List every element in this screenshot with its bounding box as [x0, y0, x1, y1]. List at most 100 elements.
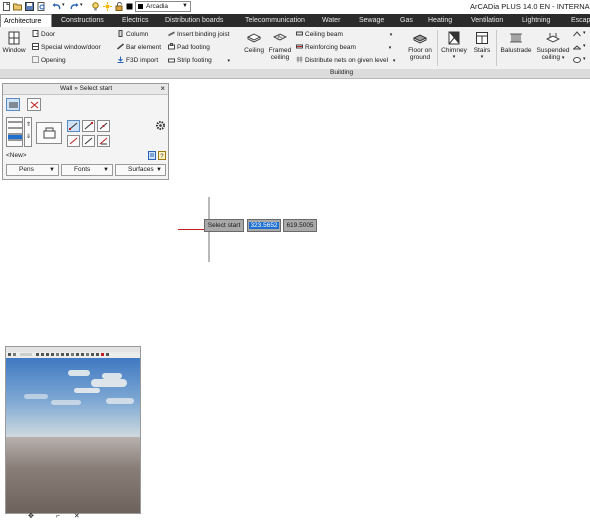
bulb-icon[interactable]: [91, 2, 100, 11]
floor-on-ground-button[interactable]: Floor on ground: [406, 31, 434, 61]
tab-constructions[interactable]: Constructions: [61, 14, 104, 27]
sun-icon[interactable]: [103, 2, 112, 11]
roof-icon[interactable]: [573, 30, 581, 38]
window-title: ArCADia PLUS 14.0 EN - INTERNAL, NO: [470, 2, 590, 11]
close-icon[interactable]: ✕: [74, 513, 80, 520]
diagonal-tool-icon: [69, 137, 78, 145]
roof-dropdown-icon[interactable]: ▾: [583, 30, 586, 36]
wall-panel-titlebar[interactable]: Wall » Select start ×: [3, 84, 168, 95]
pad-footing-label: Pad footing: [177, 44, 210, 51]
floor-on-ground-label: Floor on ground: [408, 47, 432, 61]
wall-layers-preview[interactable]: [6, 117, 23, 147]
x-coordinate-input[interactable]: 323.5652: [247, 219, 281, 232]
close-icon[interactable]: ×: [160, 84, 165, 93]
draw-method-4-button[interactable]: [67, 135, 80, 147]
wall-mode-button[interactable]: [6, 98, 20, 111]
ribbon-tabs: Architecture Constructions Electrics Dis…: [0, 14, 590, 27]
chimney-button[interactable]: Chimney ▾: [440, 31, 468, 61]
viewport-toolbar-icons[interactable]: [8, 353, 118, 357]
strip-footing-button[interactable]: Strip footing ▾: [168, 56, 230, 65]
tab-distribution-boards[interactable]: Distribution boards: [165, 14, 223, 27]
tab-heating[interactable]: Heating: [428, 14, 452, 27]
window-button[interactable]: Window: [0, 31, 28, 54]
ribbon-group-label: Building: [330, 69, 354, 76]
wall-properties-button[interactable]: [36, 122, 62, 144]
tab-architecture[interactable]: Architecture: [0, 14, 52, 27]
suspended-ceiling-icon: [546, 33, 560, 43]
wall-delete-button[interactable]: [27, 98, 41, 111]
tab-gas[interactable]: Gas: [400, 14, 413, 27]
dormer-icon[interactable]: [573, 43, 581, 51]
framed-ceiling-button[interactable]: Framed ceiling: [268, 31, 292, 61]
tab-sewage[interactable]: Sewage: [359, 14, 384, 27]
tab-telecommunication[interactable]: Telecommunication: [245, 14, 305, 27]
pad-footing-button[interactable]: Pad footing: [168, 43, 210, 52]
new-file-icon[interactable]: [2, 2, 11, 11]
3d-viewport[interactable]: [5, 346, 141, 514]
y-coordinate-input[interactable]: 619.5005: [283, 219, 317, 232]
column-button[interactable]: Column: [117, 30, 148, 39]
ceiling-beam-dropdown-icon: ▾: [389, 32, 393, 38]
suspended-ceiling-label: Suspended ceiling: [536, 47, 570, 61]
style-help-icon[interactable]: ?: [158, 151, 166, 160]
open-folder-icon[interactable]: [13, 2, 22, 11]
cloud: [51, 400, 81, 405]
fonts-dropdown[interactable]: Fonts ▼: [61, 164, 113, 176]
reinforcing-beam-icon: [296, 44, 303, 49]
pan-icon[interactable]: ✥: [28, 513, 34, 520]
x-coordinate-value: 323.5652: [249, 222, 279, 229]
f3d-import-button[interactable]: F3D import: [117, 56, 158, 65]
draw-method-5-button[interactable]: [82, 135, 95, 147]
undo-dropdown-icon[interactable]: ▾: [62, 2, 65, 8]
strip-footing-icon: [168, 58, 175, 63]
gear-icon[interactable]: [155, 120, 166, 131]
column-label: Column: [126, 31, 149, 38]
balustrade-button[interactable]: Balustrade: [499, 31, 533, 54]
lock-open-icon[interactable]: [115, 2, 124, 11]
door-button[interactable]: Door: [32, 30, 55, 39]
arrow-down-icon: ⇓: [26, 134, 32, 140]
reinforcing-beam-button[interactable]: Reinforcing beam ▾: [296, 43, 391, 52]
wall-panel: Wall » Select start × ⇑ ⇓ <New> ? Pens ▼…: [2, 83, 169, 180]
draw-method-1-button[interactable]: [67, 120, 80, 132]
tab-ventilation[interactable]: Ventilation: [471, 14, 503, 27]
draw-method-3-button[interactable]: [97, 120, 110, 132]
dormer-dropdown-icon[interactable]: ▾: [583, 43, 586, 49]
tab-electrics[interactable]: Electrics: [122, 14, 148, 27]
ribbon-separator: [496, 30, 497, 66]
opening-button[interactable]: Opening: [32, 56, 66, 65]
surfaces-dropdown[interactable]: Surfaces ▼: [115, 164, 166, 176]
cloud: [102, 373, 122, 379]
redo-icon[interactable]: [70, 2, 79, 11]
style-list-icon[interactable]: [148, 151, 156, 160]
bar-element-label: Bar element: [126, 44, 162, 51]
wall-style-name[interactable]: <New>: [6, 152, 27, 159]
redo-dropdown-icon[interactable]: ▾: [80, 2, 83, 8]
distribute-nets-button[interactable]: Distribute nets on given level ▾: [296, 56, 395, 65]
special-window-door-button[interactable]: Special window/door: [32, 43, 101, 52]
layer-color-icon[interactable]: [125, 2, 134, 11]
save-icon[interactable]: [25, 2, 34, 11]
ceiling-button[interactable]: Ceiling: [242, 31, 266, 54]
tab-lightning[interactable]: Lightning: [522, 14, 550, 27]
undo-icon[interactable]: [52, 2, 61, 11]
bar-element-button[interactable]: Bar element: [117, 43, 161, 52]
insert-binding-joist-button[interactable]: Insert binding joist: [168, 30, 229, 39]
skylight-dropdown-icon[interactable]: ▾: [583, 56, 586, 62]
chevron-down-icon: ▼: [182, 3, 188, 9]
tab-water[interactable]: Water: [322, 14, 340, 27]
draw-method-6-button[interactable]: [97, 135, 110, 147]
pens-dropdown[interactable]: Pens ▼: [6, 164, 59, 176]
print-preview-icon[interactable]: [37, 2, 46, 11]
suspended-ceiling-button[interactable]: Suspended ceiling ▾: [535, 31, 571, 62]
draw-method-2-button[interactable]: [82, 120, 95, 132]
skylight-icon[interactable]: [573, 56, 581, 64]
folder-icon[interactable]: ⌐: [56, 513, 60, 520]
stairs-button[interactable]: Stairs ▾: [470, 31, 494, 61]
tab-escape[interactable]: Escape: [571, 14, 590, 27]
viewport-nav-icons[interactable]: ✥ ⌐ ✕: [28, 512, 80, 520]
ceiling-beam-button[interactable]: Ceiling beam ▾: [296, 30, 392, 39]
project-combo[interactable]: Arcadia ▼: [135, 1, 191, 12]
stairs-dropdown-icon: ▾: [480, 54, 484, 60]
wall-arrows-button[interactable]: ⇑ ⇓: [24, 117, 32, 147]
